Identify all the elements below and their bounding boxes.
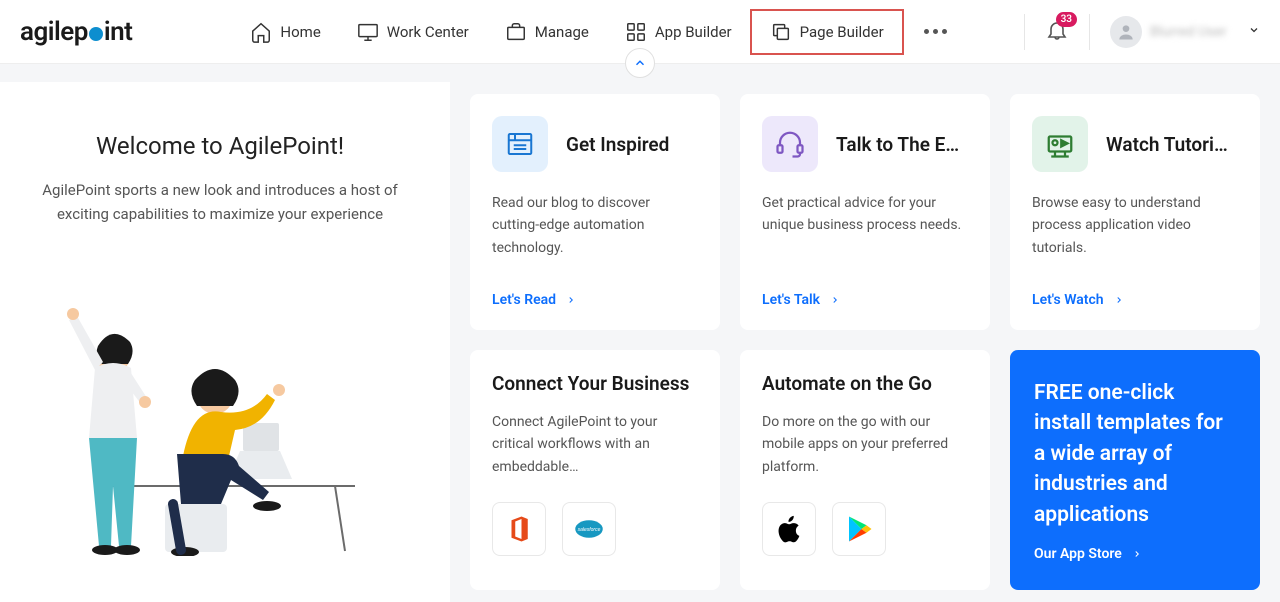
avatar <box>1110 16 1142 48</box>
card-title: Automate on the Go <box>762 372 968 395</box>
google-play-logo[interactable] <box>832 502 886 556</box>
welcome-panel: Welcome to AgilePoint! AgilePoint sports… <box>0 82 450 602</box>
nav-page-builder-label: Page Builder <box>800 23 884 41</box>
card-desc: Connect AgilePoint to your critical work… <box>492 411 698 478</box>
welcome-subtitle: AgilePoint sports a new look and introdu… <box>10 178 430 226</box>
nav-home-label: Home <box>280 23 320 41</box>
svg-text:salesforce: salesforce <box>578 527 601 533</box>
card-desc: Read our blog to discover cutting-edge a… <box>492 192 698 276</box>
cards-grid: Get Inspired Read our blog to discover c… <box>450 82 1280 602</box>
lets-talk-link[interactable]: Let's Talk <box>762 292 968 308</box>
salesforce-logo[interactable]: salesforce <box>562 502 616 556</box>
card-desc: Browse easy to understand process applic… <box>1032 192 1238 276</box>
chevron-right-icon <box>830 295 840 305</box>
nav-work-center[interactable]: Work Center <box>339 11 487 53</box>
user-name: Blurred User <box>1150 24 1240 40</box>
welcome-illustration <box>65 256 375 556</box>
nav-manage-label: Manage <box>535 23 589 41</box>
card-title: Connect Your Business <box>492 372 698 395</box>
welcome-title: Welcome to AgilePoint! <box>10 132 430 160</box>
headset-icon <box>762 116 818 172</box>
card-desc: Do more on the go with our mobile apps o… <box>762 411 968 478</box>
card-watch-tutorials: Watch Tutori… Browse easy to understand … <box>1010 94 1260 330</box>
app-store-link[interactable]: Our App Store <box>1034 546 1236 562</box>
collapse-header-button[interactable] <box>625 48 655 78</box>
grid-icon <box>625 21 647 43</box>
chevron-right-icon <box>1114 295 1124 305</box>
connector-logos: salesforce <box>492 502 698 556</box>
home-icon <box>250 21 272 43</box>
copy-icon <box>770 21 792 43</box>
video-icon <box>1032 116 1088 172</box>
card-connect-business: Connect Your Business Connect AgilePoint… <box>470 350 720 590</box>
card-title: Watch Tutori… <box>1106 133 1228 156</box>
nav-page-builder[interactable]: Page Builder <box>750 9 904 55</box>
platform-logos <box>762 502 968 556</box>
card-get-inspired: Get Inspired Read our blog to discover c… <box>470 94 720 330</box>
nav-home[interactable]: Home <box>232 11 338 53</box>
chevron-right-icon <box>1132 549 1142 559</box>
chevron-right-icon <box>566 295 576 305</box>
promo-app-store: FREE one-click install templates for a w… <box>1010 350 1260 590</box>
chevron-down-icon <box>1248 24 1260 39</box>
card-talk-experts: Talk to The E… Get practical advice for … <box>740 94 990 330</box>
main-area: Welcome to AgilePoint! AgilePoint sports… <box>0 64 1280 602</box>
nav-app-builder[interactable]: App Builder <box>607 11 750 53</box>
card-automate-go: Automate on the Go Do more on the go wit… <box>740 350 990 590</box>
lets-read-link[interactable]: Let's Read <box>492 292 698 308</box>
card-title: Get Inspired <box>566 133 669 156</box>
divider <box>1024 14 1025 50</box>
apple-logo[interactable] <box>762 502 816 556</box>
notifications-button[interactable]: 33 <box>1035 18 1079 46</box>
nav-work-center-label: Work Center <box>387 23 469 41</box>
office-logo[interactable] <box>492 502 546 556</box>
nav-manage[interactable]: Manage <box>487 11 607 53</box>
briefcase-icon <box>505 21 527 43</box>
header-bar: agilepint Home Work Center Manage App Bu… <box>0 0 1280 64</box>
lets-watch-link[interactable]: Let's Watch <box>1032 292 1238 308</box>
nav-more[interactable] <box>904 29 967 34</box>
main-nav: Home Work Center Manage App Builder Page… <box>232 9 966 55</box>
card-title: Talk to The E… <box>836 133 959 156</box>
promo-title: FREE one-click install templates for a w… <box>1034 378 1236 530</box>
news-icon <box>492 116 548 172</box>
monitor-icon <box>357 21 379 43</box>
card-desc: Get practical advice for your unique bus… <box>762 192 968 276</box>
logo[interactable]: agilepint <box>20 17 132 47</box>
notifications-badge: 33 <box>1056 12 1077 27</box>
nav-app-builder-label: App Builder <box>655 23 732 41</box>
user-menu[interactable]: Blurred User <box>1110 16 1260 48</box>
divider <box>1089 14 1090 50</box>
